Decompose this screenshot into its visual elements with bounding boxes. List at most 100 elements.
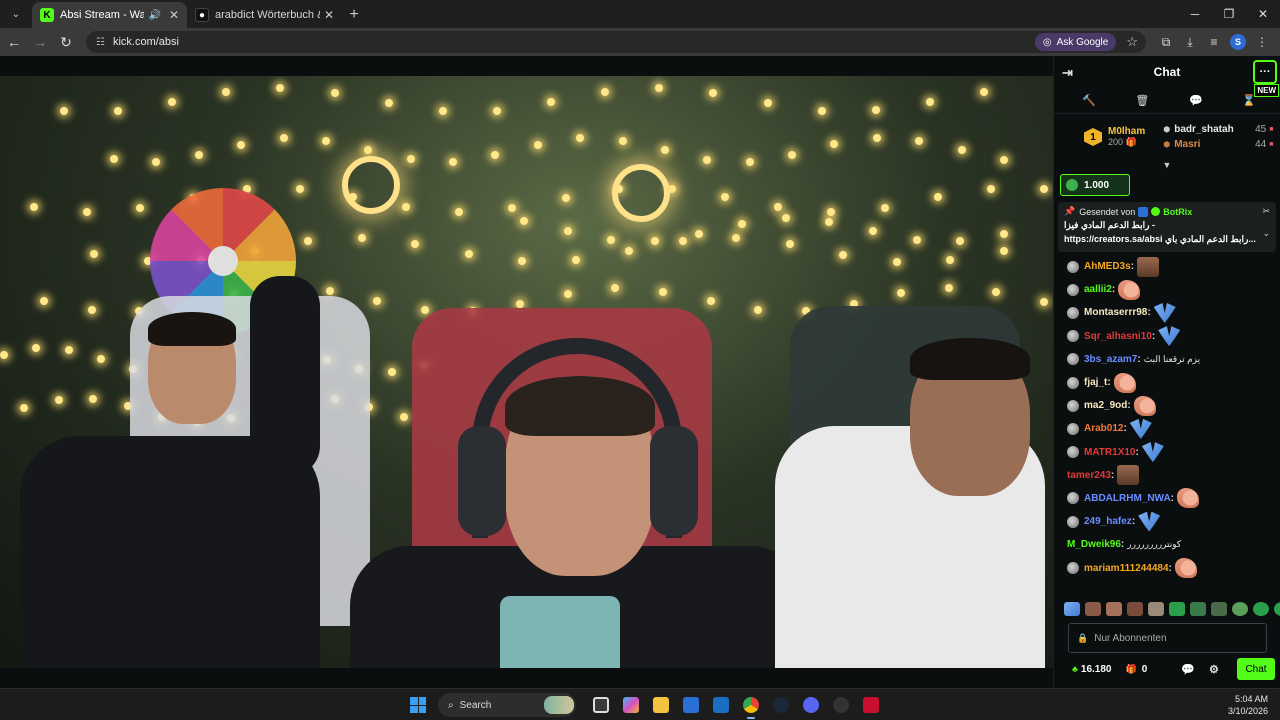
reading-list-icon[interactable]: ≡ <box>1202 30 1226 54</box>
emote-butterfly-icon[interactable] <box>1064 602 1080 616</box>
obs-icon[interactable] <box>829 694 853 716</box>
chat-username[interactable]: 249_hafez <box>1084 516 1132 527</box>
chat-username[interactable]: ma2_9od <box>1084 400 1127 411</box>
download-icon[interactable]: ⤓ <box>1178 30 1202 54</box>
discord-icon[interactable] <box>799 694 823 716</box>
chat-message[interactable]: mariam111244484: <box>1067 556 1274 579</box>
emote-green-icon[interactable] <box>1169 602 1185 616</box>
chat-username[interactable]: M_Dweik96 <box>1067 539 1121 550</box>
chat-username[interactable]: AhMED3s <box>1084 261 1131 272</box>
emote-face-icon[interactable] <box>1085 602 1101 616</box>
leaderboard-third[interactable]: ⬢ Masri 44 ■ <box>1163 137 1273 152</box>
back-icon[interactable]: ← <box>2 30 26 54</box>
chat-username[interactable]: tamer243 <box>1067 470 1111 481</box>
emote-picker-icon[interactable]: 💬 <box>1181 663 1195 676</box>
expand-chevron-icon[interactable]: ⌄ <box>1262 228 1270 239</box>
light-bulb <box>97 355 105 363</box>
menu-kebab-icon[interactable]: ⋮ <box>1250 30 1274 54</box>
chat-message[interactable]: 3bs_azam7: يزم ترقعنا البث <box>1067 348 1274 371</box>
bookmark-star-icon[interactable]: ☆ <box>1126 34 1138 50</box>
pinned-message[interactable]: 📌 Gesendet von BotRix - رابط الدعم الماد… <box>1058 202 1276 252</box>
chat-input[interactable]: 🔒 Nur Abonnenten <box>1068 623 1267 653</box>
taskbar-search[interactable]: ⌕ Search <box>438 693 576 717</box>
windows-start-icon[interactable] <box>410 697 426 713</box>
chrome-icon[interactable] <box>739 694 763 719</box>
light-bulb <box>32 344 40 352</box>
arabdict-app-icon[interactable] <box>859 694 883 716</box>
task-view-icon[interactable] <box>589 694 613 716</box>
chat-message[interactable]: aallii2: <box>1067 278 1274 301</box>
settings-gear-icon[interactable]: ⚙ <box>1209 663 1219 676</box>
chat-username[interactable]: MATR1X10 <box>1084 447 1136 458</box>
restore-icon[interactable]: ❐ <box>1212 0 1246 28</box>
emote-face-icon[interactable] <box>1148 602 1164 616</box>
close-tab-icon[interactable]: ✕ <box>324 8 334 22</box>
subs-gifted[interactable]: 🎁 0 <box>1126 664 1148 675</box>
copilot-icon[interactable] <box>619 694 643 716</box>
chat-message[interactable]: Montaserrr98: <box>1067 301 1274 324</box>
light-bulb <box>825 218 833 226</box>
speech-bubble-icon[interactable]: 💬 <box>1189 94 1203 107</box>
chat-username[interactable]: Arab012 <box>1084 423 1123 434</box>
more-options-button[interactable]: ··· <box>1253 60 1277 84</box>
light-bulb <box>872 106 880 114</box>
emote-globe-icon[interactable] <box>1232 602 1248 616</box>
send-chat-button[interactable]: Chat <box>1237 658 1275 680</box>
chat-message[interactable]: Sqr_alhasni10: <box>1067 325 1274 348</box>
close-window-icon[interactable]: ✕ <box>1246 0 1280 28</box>
kicks-balance[interactable]: ♣ 16.180 <box>1072 664 1112 675</box>
unpin-icon[interactable]: ✂ <box>1262 206 1270 217</box>
site-info-icon[interactable]: ☷ <box>96 37 105 48</box>
system-clock[interactable]: 5:04 AM 3/10/2026 <box>1228 693 1268 717</box>
chat-message[interactable]: fjaj_t: <box>1067 371 1274 394</box>
light-bulb <box>83 208 91 216</box>
emote-green-icon[interactable] <box>1253 602 1269 616</box>
trash-icon[interactable]: 🗑 <box>1135 94 1149 107</box>
address-bar[interactable]: ☷ kick.com/absi ◎ Ask Google ☆ <box>86 31 1146 53</box>
profile-avatar[interactable]: S <box>1230 34 1246 50</box>
steam-icon[interactable] <box>769 694 793 716</box>
emote-face-icon[interactable] <box>1106 602 1122 616</box>
emote-green-icon[interactable] <box>1211 602 1227 616</box>
video-player[interactable] <box>0 76 1053 668</box>
leaderboard-second[interactable]: ⬢ badr_shatah 45 ■ <box>1163 122 1273 137</box>
reload-icon[interactable]: ↻ <box>54 30 78 54</box>
store-icon[interactable] <box>679 694 703 716</box>
leaderboard-first[interactable]: M0lham 200 🎁 <box>1108 126 1145 148</box>
chat-username[interactable]: mariam111244484 <box>1084 563 1169 574</box>
close-tab-icon[interactable]: ✕ <box>169 8 179 22</box>
chat-message[interactable]: 249_hafez: <box>1067 510 1274 533</box>
tab-absi-stream[interactable]: K Absi Stream - Watch Live o 🔊 ✕ <box>32 2 187 28</box>
collapse-chat-icon[interactable]: ⇥ <box>1062 65 1073 81</box>
minimize-icon[interactable]: ─ <box>1178 0 1212 28</box>
new-tab-button[interactable]: + <box>342 2 366 28</box>
chat-message[interactable]: AhMED3s: <box>1067 255 1274 278</box>
chat-username[interactable]: fjaj_t <box>1084 377 1107 388</box>
tab-search-chevron-icon[interactable]: ⌄ <box>4 3 28 25</box>
speaker-icon[interactable]: 🔊 <box>148 10 160 21</box>
chat-message[interactable]: M_Dweik96: كونتررررررررر <box>1067 533 1274 556</box>
outlook-icon[interactable] <box>709 694 733 716</box>
chat-username[interactable]: Sqr_alhasni10 <box>1084 331 1152 342</box>
emote-green-icon[interactable] <box>1274 602 1280 616</box>
ask-google-button[interactable]: ◎ Ask Google <box>1034 33 1117 51</box>
expand-leaderboard-icon[interactable]: ▼ <box>1054 160 1280 172</box>
chat-message[interactable]: tamer243: <box>1067 464 1274 487</box>
forward-icon[interactable]: → <box>28 30 52 54</box>
kicks-goal-pill[interactable]: 1.000 <box>1060 174 1130 196</box>
extensions-icon[interactable]: ⧉ <box>1154 30 1178 54</box>
leader-name: badr_shatah <box>1174 124 1234 135</box>
chat-username[interactable]: 3bs_azam7 <box>1084 354 1137 365</box>
chat-username[interactable]: ABDALRHM_NWA <box>1084 493 1171 504</box>
chat-message[interactable]: ABDALRHM_NWA: <box>1067 487 1274 510</box>
file-explorer-icon[interactable] <box>649 694 673 716</box>
tab-arabdict[interactable]: ● arabdict Wörterbuch & Überse ✕ <box>187 2 342 28</box>
chat-username[interactable]: Montaserrr98 <box>1084 307 1147 318</box>
chat-message[interactable]: Arab012: <box>1067 417 1274 440</box>
hammer-icon[interactable]: 🔨 <box>1082 94 1096 107</box>
emote-face-icon[interactable] <box>1127 602 1143 616</box>
chat-message[interactable]: ma2_9od: <box>1067 394 1274 417</box>
chat-username[interactable]: aallii2 <box>1084 284 1112 295</box>
chat-message[interactable]: MATR1X10: <box>1067 441 1274 464</box>
emote-green-icon[interactable] <box>1190 602 1206 616</box>
